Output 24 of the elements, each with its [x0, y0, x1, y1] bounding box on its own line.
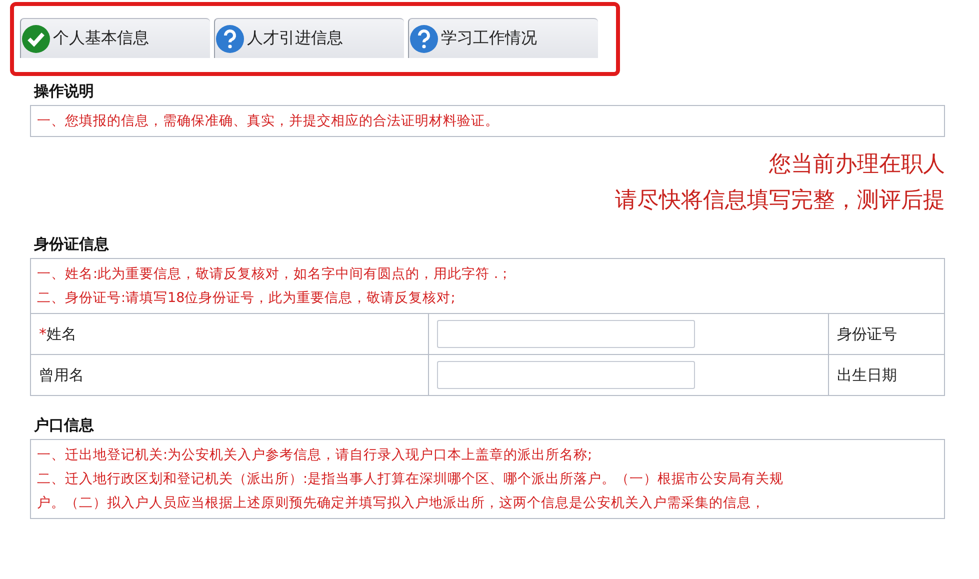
- tab[interactable]: 个人基本信息: [20, 18, 210, 58]
- section-title: 身份证信息: [33, 234, 110, 255]
- banner-text: 您当前办理在职人: [769, 151, 945, 179]
- note-text: 一、您填报的信息，需确保准确、真实，并提交相应的合法证明材料验证。: [37, 112, 500, 131]
- field-label: 身份证号: [829, 314, 945, 355]
- note-text: 户。（二）拟入户人员应当根据上述原则预先确定并填写拟入户地派出所，这两个信息是公安机关入户需采集的信息，: [37, 494, 766, 513]
- input-field[interactable]: [437, 361, 695, 389]
- input-field[interactable]: [437, 320, 695, 348]
- field-label: 出生日期: [829, 355, 945, 396]
- banner-text: 请尽快将信息填写完整，测评后提: [615, 187, 945, 215]
- label-text: 曾用名: [39, 366, 84, 384]
- tab[interactable]: 人才引进信息: [214, 18, 404, 58]
- note-text: 一、姓名:此为重要信息，敬请反复核对，如名字中间有圆点的，用此字符 .；: [37, 265, 514, 284]
- note-text: 一、迁出地登记机关:为公安机关入户参考信息，请自行录入现户口本上盖章的派出所名称;: [37, 446, 594, 465]
- required-mark: *: [39, 325, 46, 343]
- question-icon: [409, 24, 439, 54]
- question-icon: [215, 24, 245, 54]
- note-text: 二、迁入地行政区划和登记机关（派出所）:是指当事人打算在深圳哪个区、哪个派出所落户。（一）根据市公安局有关规: [37, 470, 785, 489]
- label-text: 姓名: [46, 324, 76, 344]
- section-title: 户口信息: [33, 415, 95, 436]
- tab[interactable]: 学习工作情况: [408, 18, 598, 58]
- checkmark-icon: [21, 24, 51, 54]
- note-text: 二、身份证号:请填写18位身份证号，此为重要信息，敬请反复核对;: [37, 289, 456, 308]
- section-title: 操作说明: [32, 81, 95, 102]
